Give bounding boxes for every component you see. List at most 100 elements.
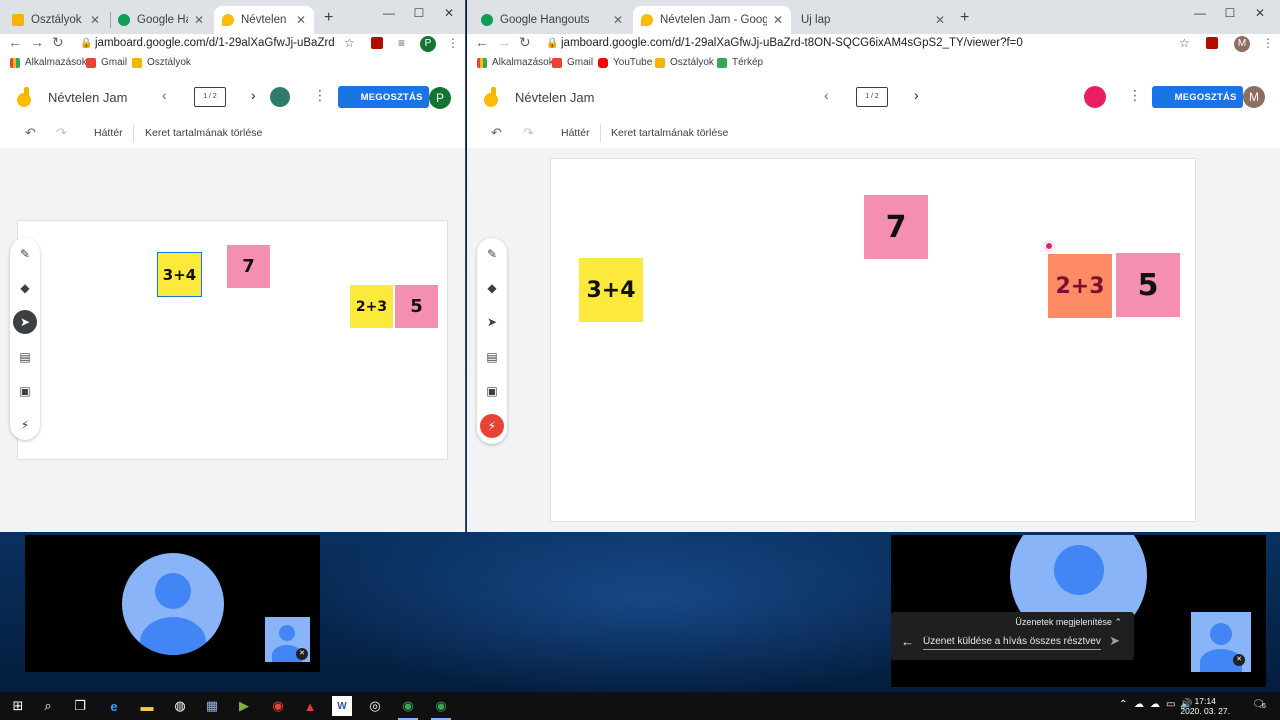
sticky-note-icon[interactable]: ▤ xyxy=(13,345,37,369)
tab-new-tab[interactable]: Új lap ✕ xyxy=(793,6,953,34)
star-icon[interactable]: ☆ xyxy=(1179,36,1190,50)
acrobat-icon[interactable]: ▲ xyxy=(300,696,320,716)
video-tile-participant-right[interactable]: ✕ xyxy=(891,535,1266,687)
more-options-icon[interactable]: ⋮ xyxy=(1128,87,1142,104)
arrow-back-icon[interactable]: ← xyxy=(901,634,914,649)
app-icon[interactable]: ◎ xyxy=(365,696,385,716)
forward-icon[interactable]: → xyxy=(497,34,511,50)
back-icon[interactable]: ← xyxy=(475,34,489,50)
bookmark-classroom[interactable]: Osztályok xyxy=(655,57,714,68)
lock-icon[interactable]: 🔒 xyxy=(80,38,92,49)
maximize-icon[interactable]: ☐ xyxy=(1215,4,1245,22)
star-icon[interactable]: ☆ xyxy=(344,36,355,50)
image-icon[interactable]: ▣ xyxy=(480,379,504,403)
send-icon[interactable]: ➤ xyxy=(1109,633,1120,649)
tab-classroom[interactable]: Osztályok ✕ xyxy=(4,6,108,34)
bookmark-gmail[interactable]: Gmail xyxy=(86,57,127,68)
new-tab-button[interactable]: + xyxy=(324,9,333,27)
bookmark-apps[interactable]: Alkalmazások xyxy=(477,57,554,68)
bookmark-gmail[interactable]: Gmail xyxy=(552,57,593,68)
jam-canvas[interactable]: 7 3+4 2+3 5 xyxy=(550,158,1196,522)
redo-icon[interactable]: ↷ xyxy=(56,125,67,141)
edge-icon[interactable]: e xyxy=(104,696,124,716)
background-button[interactable]: Háttér xyxy=(561,127,590,139)
app-icon[interactable]: ▶ xyxy=(234,696,254,716)
profile-avatar[interactable]: M xyxy=(1234,36,1250,52)
share-button[interactable]: 👤 MEGOSZTÁS xyxy=(338,86,429,108)
close-icon[interactable]: ✕ xyxy=(90,13,100,27)
start-windows-icon[interactable]: ⊞ xyxy=(8,696,28,716)
more-options-icon[interactable]: ⋮ xyxy=(313,87,327,104)
frame-indicator[interactable]: 1 / 2 xyxy=(856,87,888,107)
address-bar[interactable]: jamboard.google.com/d/1-29alXaGfwJj-uBaZ… xyxy=(95,37,335,49)
system-clock[interactable]: 17:14 2020. 03. 27. xyxy=(1180,696,1230,716)
self-view-thumbnail[interactable]: ✕ xyxy=(1191,612,1251,672)
close-icon[interactable]: ✕ xyxy=(296,13,306,27)
sticky-note[interactable]: 7 xyxy=(864,195,928,259)
pdf-extension-icon[interactable] xyxy=(371,37,383,49)
sticky-note[interactable]: 5 xyxy=(1116,253,1180,317)
minimize-icon[interactable]: — xyxy=(374,4,404,22)
frame-indicator[interactable]: 1 / 2 xyxy=(194,87,226,107)
sticky-note[interactable]: 3+4 xyxy=(579,258,643,322)
next-frame-icon[interactable]: › xyxy=(251,87,256,103)
sticky-note[interactable]: 5 xyxy=(395,285,438,328)
show-messages-button[interactable]: Üzenetek megjelenítése ⌃ xyxy=(1015,617,1122,628)
account-avatar[interactable]: P xyxy=(429,87,451,109)
reload-icon[interactable]: ↻ xyxy=(519,34,531,50)
collaborator-avatar[interactable] xyxy=(1084,86,1106,108)
address-bar[interactable]: jamboard.google.com/d/1-29alXaGfwJj-uBaZ… xyxy=(561,37,1161,49)
pdf-extension-icon[interactable] xyxy=(1206,37,1218,49)
jam-title[interactable]: Névtelen Jam xyxy=(515,90,594,105)
select-icon[interactable]: ➤ xyxy=(13,310,37,334)
share-button[interactable]: 👤 MEGOSZTÁS xyxy=(1152,86,1243,108)
prev-frame-icon[interactable]: ‹ xyxy=(824,87,829,103)
chrome-icon[interactable]: ◉ xyxy=(431,696,451,720)
forward-icon[interactable]: → xyxy=(30,34,44,50)
word-icon[interactable]: W xyxy=(332,696,352,716)
network-icon[interactable]: ☁ xyxy=(1134,699,1144,710)
minimize-icon[interactable]: — xyxy=(1185,4,1215,22)
sticky-note[interactable]: 7 xyxy=(227,245,270,288)
jam-title[interactable]: Névtelen Jam xyxy=(48,90,127,105)
close-icon[interactable]: ✕ xyxy=(935,13,945,27)
undo-icon[interactable]: ↶ xyxy=(25,125,36,141)
undo-icon[interactable]: ↶ xyxy=(491,125,502,141)
next-frame-icon[interactable]: › xyxy=(914,87,919,103)
clear-frame-button[interactable]: Keret tartalmának törlése xyxy=(611,127,728,139)
tab-jamboard[interactable]: Névtelen Jam - G ✕ xyxy=(214,6,314,34)
bookmark-maps[interactable]: Térkép xyxy=(717,57,763,68)
close-icon[interactable]: ✕ xyxy=(613,13,623,27)
select-icon[interactable]: ➤ xyxy=(480,310,504,334)
menu-icon[interactable]: ⋮ xyxy=(447,36,459,50)
message-input[interactable]: Üzenet küldése a hívás összes résztvev..… xyxy=(923,636,1101,650)
bookmark-classroom[interactable]: Osztályok xyxy=(132,57,191,68)
bookmark-youtube[interactable]: YouTube xyxy=(598,57,652,68)
jam-canvas[interactable]: 3+4 7 2+3 5 xyxy=(17,220,448,460)
eraser-icon[interactable]: ◆ xyxy=(13,276,37,300)
onedrive-icon[interactable]: ☁ xyxy=(1150,699,1160,710)
background-button[interactable]: Háttér xyxy=(94,127,123,139)
menu-icon[interactable]: ⋮ xyxy=(1262,36,1274,50)
new-tab-button[interactable]: + xyxy=(960,9,969,27)
laser-icon[interactable]: ⚡ xyxy=(480,414,504,438)
redo-icon[interactable]: ↷ xyxy=(523,125,534,141)
eraser-icon[interactable]: ◆ xyxy=(480,276,504,300)
media-icon[interactable]: ≡ xyxy=(398,36,405,50)
pen-icon[interactable]: ✎ xyxy=(480,242,504,266)
close-icon[interactable]: ✕ xyxy=(773,13,783,27)
image-icon[interactable]: ▣ xyxy=(13,379,37,403)
back-icon[interactable]: ← xyxy=(8,34,22,50)
sticky-note[interactable]: 3+4 xyxy=(157,252,202,297)
chrome-icon[interactable]: ◉ xyxy=(268,696,288,716)
close-window-icon[interactable]: ✕ xyxy=(434,4,464,22)
collaborator-avatar[interactable] xyxy=(270,87,290,107)
account-avatar[interactable]: M xyxy=(1243,86,1265,108)
profile-avatar[interactable]: P xyxy=(420,36,436,52)
battery-icon[interactable]: ▭ xyxy=(1166,699,1175,710)
video-tile-participant[interactable]: ✕ xyxy=(25,535,320,672)
store-icon[interactable]: ▦ xyxy=(202,696,222,716)
laser-icon[interactable]: ⚡ xyxy=(13,413,37,437)
chevron-up-icon[interactable]: ⌃ xyxy=(1119,699,1127,710)
close-icon[interactable]: ✕ xyxy=(194,13,204,27)
